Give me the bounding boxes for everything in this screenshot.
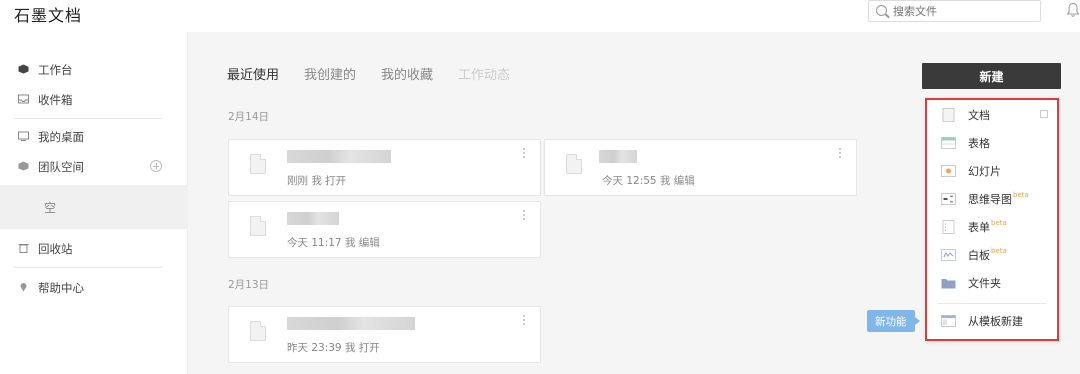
doc-icon	[942, 108, 955, 122]
more-icon[interactable]	[523, 210, 526, 222]
tab-created[interactable]: 我创建的	[304, 64, 356, 83]
file-card[interactable]: 今天 11:17 我 编辑	[228, 201, 541, 258]
menu-item-text: 表单	[968, 221, 990, 234]
team-space-empty: 空	[0, 185, 188, 229]
add-team-icon[interactable]	[150, 160, 162, 172]
bell-icon[interactable]	[1066, 2, 1080, 18]
trash-icon	[18, 244, 29, 253]
more-icon[interactable]	[839, 148, 842, 160]
sidebar-divider	[14, 267, 162, 268]
search-box[interactable]	[868, 0, 1041, 22]
sidebar-item-desktop[interactable]: 我的桌面	[0, 123, 188, 151]
blurred-title	[287, 317, 415, 330]
sidebar: 工作台 收件箱 我的桌面 团队空间 空 回收站 帮助中心	[0, 32, 188, 374]
sheet-icon	[941, 137, 956, 149]
empty-label: 空	[44, 201, 57, 215]
menu-divider	[937, 303, 1047, 304]
menu-item-sheet[interactable]: 表格	[927, 130, 1057, 158]
more-icon[interactable]	[523, 148, 526, 160]
menu-item-label: 从模板新建	[968, 315, 1023, 328]
file-icon	[566, 154, 582, 174]
location-icon	[20, 283, 27, 292]
file-card[interactable]: 昨天 23:39 我 打开	[228, 306, 541, 363]
sidebar-item-inbox[interactable]: 收件箱	[0, 86, 188, 114]
file-meta: 昨天 23:39 我 打开	[287, 342, 380, 354]
file-icon	[250, 216, 266, 236]
sidebar-item-help[interactable]: 帮助中心	[0, 274, 188, 302]
menu-item-label: 表格	[968, 137, 990, 150]
menu-item-text: 白板	[968, 249, 990, 262]
whiteboard-icon	[941, 249, 956, 261]
inbox-icon	[18, 94, 29, 104]
sidebar-item-label: 我的桌面	[38, 130, 84, 144]
menu-item-label: 文件夹	[968, 277, 1001, 290]
file-card[interactable]: 刚刚 我 打开	[228, 139, 541, 196]
form-icon	[942, 220, 955, 234]
new-menu: 文档 表格 幻灯片 思维导图beta 表单beta 白板beta 文件夹 从模板…	[925, 98, 1059, 341]
section-date: 2月13日	[228, 279, 270, 291]
desktop-icon	[18, 131, 29, 141]
menu-item-whiteboard[interactable]: 白板beta	[927, 242, 1057, 270]
menu-item-label: 文档	[968, 109, 990, 122]
new-feature-tag: 新功能	[867, 310, 920, 332]
template-icon	[941, 315, 956, 327]
external-link-icon[interactable]	[1040, 110, 1048, 118]
folder-icon	[941, 279, 956, 289]
new-feature-label: 新功能	[875, 316, 907, 328]
menu-item-label: 表单beta	[968, 219, 1007, 235]
menu-item-mindmap[interactable]: 思维导图beta	[927, 186, 1057, 214]
top-bar: 石墨文档	[0, 0, 1080, 32]
file-icon	[250, 154, 266, 174]
sidebar-item-workbench[interactable]: 工作台	[0, 56, 188, 84]
file-card[interactable]: 今天 12:55 我 编辑	[544, 139, 857, 196]
sidebar-divider	[14, 118, 162, 119]
blurred-title	[287, 212, 339, 225]
menu-item-text: 思维导图	[968, 193, 1012, 206]
sidebar-item-team-space[interactable]: 团队空间	[0, 153, 188, 181]
menu-item-form[interactable]: 表单beta	[927, 214, 1057, 242]
blurred-title	[599, 150, 637, 163]
menu-item-template[interactable]: 从模板新建	[927, 308, 1057, 336]
beta-badge: beta	[991, 219, 1007, 227]
slides-icon	[941, 165, 956, 177]
sidebar-item-label: 工作台	[38, 63, 73, 77]
mindmap-icon	[941, 193, 956, 205]
beta-badge: beta	[991, 247, 1007, 255]
sidebar-item-label: 收件箱	[38, 93, 73, 107]
app-logo[interactable]: 石墨文档	[14, 2, 82, 26]
menu-item-folder[interactable]: 文件夹	[927, 270, 1057, 298]
menu-item-label: 思维导图beta	[968, 191, 1029, 207]
cube-icon	[18, 64, 29, 74]
sidebar-item-label: 回收站	[38, 242, 73, 256]
beta-badge: beta	[1013, 191, 1029, 199]
file-icon	[250, 321, 266, 341]
sidebar-item-label: 团队空间	[38, 160, 84, 174]
file-meta: 刚刚 我 打开	[287, 175, 347, 187]
menu-item-label: 幻灯片	[968, 165, 1001, 178]
file-meta: 今天 11:17 我 编辑	[287, 237, 380, 249]
tab-activity[interactable]: 工作动态	[458, 64, 510, 83]
menu-item-label: 白板beta	[968, 247, 1007, 263]
blurred-title	[287, 150, 391, 163]
sidebar-item-trash[interactable]: 回收站	[0, 235, 188, 263]
team-icon	[18, 161, 29, 171]
more-icon[interactable]	[523, 315, 526, 327]
section-date: 2月14日	[228, 111, 270, 123]
new-button[interactable]: 新建	[922, 63, 1061, 89]
menu-item-doc[interactable]: 文档	[927, 102, 1057, 130]
search-icon	[876, 5, 887, 16]
menu-item-slides[interactable]: 幻灯片	[927, 158, 1057, 186]
tab-recent[interactable]: 最近使用	[227, 64, 279, 83]
tab-favorites[interactable]: 我的收藏	[381, 64, 433, 83]
search-input[interactable]	[893, 3, 1033, 19]
sidebar-item-label: 帮助中心	[38, 281, 84, 295]
file-meta: 今天 12:55 我 编辑	[602, 175, 695, 187]
